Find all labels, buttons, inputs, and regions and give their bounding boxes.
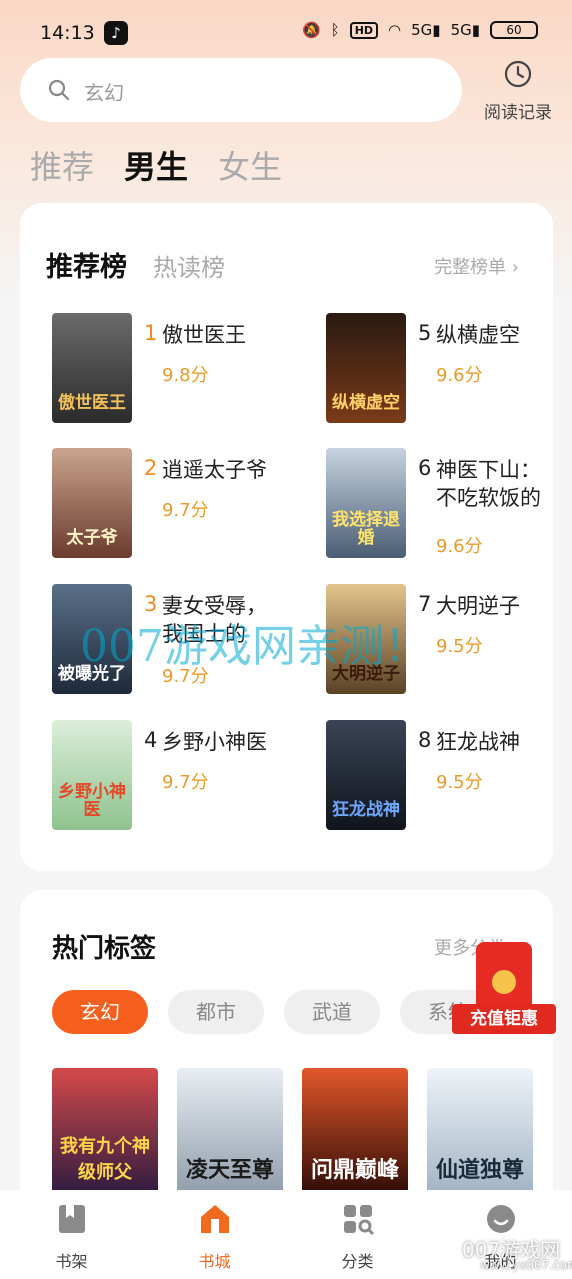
book-title: 乡野小神医 [162,730,267,754]
tab-female[interactable]: 女生 [218,142,282,188]
book-rank: 2 [144,456,158,480]
battery-icon: 60 [490,21,538,39]
book-cover: 纵横虚空 [326,313,406,423]
tab-hot-reading-list[interactable]: 热读榜 [153,248,225,283]
profile-icon [486,1205,515,1233]
book-score: 9.7分 [162,772,209,793]
tag-book-cover[interactable]: 我有九个神级师父 [52,1068,158,1198]
tag-book-cover[interactable]: 问鼎巅峰 [302,1068,408,1198]
category-icon [343,1205,374,1236]
book-cover: 傲世医王 [52,313,132,423]
tab-recommend-list[interactable]: 推荐榜 [46,245,127,284]
recharge-promo-button[interactable]: 充值钜惠 [452,942,556,1042]
promo-label: 充值钜惠 [452,1004,556,1034]
search-icon [48,79,70,101]
nav-category[interactable]: 分类 [286,1190,429,1279]
signal-5g-icon: 5G▮ [450,21,480,39]
full-list-link[interactable]: 完整榜单 › [434,253,519,279]
book-rank: 5 [418,321,432,345]
hot-tags-card: 热门标签 更多分类 › 玄幻 都市 武道 系统 我有九个神级师父 凌天至尊 问鼎… [20,890,553,1220]
status-icons: 🔕 ᛒ HD ◠ 5G▮ 5G▮ 60 [302,21,538,39]
signal-5g-icon: 5G▮ [411,21,441,39]
book-cover: 我选择退婚 [326,448,406,558]
book-rank: 1 [144,321,158,345]
tag-xuanhuan[interactable]: 玄幻 [52,990,148,1034]
tag-dushi[interactable]: 都市 [168,990,264,1034]
bookstore-icon [200,1205,229,1233]
tag-book-cover[interactable]: 凌天至尊 [177,1068,283,1198]
book-rank: 8 [418,728,432,752]
tag-row: 玄幻 都市 武道 系统 [52,990,496,1034]
book-cover: 乡野小神医 [52,720,132,830]
book-item[interactable]: 我选择退婚 6 神医下山：不吃软饭的 9.6分 [326,448,566,560]
tag-book-cover[interactable]: 仙道独尊 [427,1068,533,1198]
corner-watermark-url: www.yx007.com [480,1258,572,1272]
watermark: 007游戏网亲测！ [80,621,428,672]
book-score: 9.7分 [162,500,209,521]
book-cover: 狂龙战神 [326,720,406,830]
book-item[interactable]: 太子爷 2 逍遥太子爷 9.7分 [52,448,292,560]
status-bar: 14:13 ♪ 🔕 ᛒ HD ◠ 5G▮ 5G▮ 60 [0,0,572,62]
book-score: 9.5分 [436,772,483,793]
book-title: 狂龙战神 [436,730,520,754]
book-cover: 太子爷 [52,448,132,558]
book-title: 纵横虚空 [436,323,520,347]
book-title: 神医下山：不吃软饭的 [436,458,541,511]
gender-tabs: 推荐 男生 女生 [30,142,282,188]
book-rank: 4 [144,728,158,752]
nav-bookstore[interactable]: 书城 [143,1190,286,1279]
book-title: 大明逆子 [436,594,520,618]
tiktok-icon: ♪ [104,21,128,45]
book-item[interactable]: 乡野小神医 4 乡野小神医 9.7分 [52,720,292,832]
search-input[interactable]: 玄幻 [20,58,462,122]
ranking-tabs: 推荐榜 热读榜 [46,245,225,284]
book-title: 傲世医王 [162,323,246,347]
clock-icon [504,60,532,88]
book-title: 逍遥太子爷 [162,458,267,482]
reading-history-button[interactable]: 阅读记录 [476,58,560,123]
reading-history-label: 阅读记录 [484,103,552,123]
book-score: 9.5分 [436,636,483,657]
bookshelf-icon [58,1205,85,1233]
hot-tags-title: 热门标签 [52,934,157,964]
tab-recommend[interactable]: 推荐 [30,142,94,188]
book-score: 9.8分 [162,365,209,386]
book-score: 9.6分 [436,536,483,557]
book-rank: 6 [418,456,432,480]
red-envelope-icon [476,942,532,1012]
tag-wudao[interactable]: 武道 [284,990,380,1034]
bluetooth-icon: ᛒ [330,21,340,39]
tab-male[interactable]: 男生 [124,142,188,188]
book-item[interactable]: 纵横虚空 5 纵横虚空 9.6分 [326,313,566,425]
book-item[interactable]: 傲世医王 1 傲世医王 9.8分 [52,313,292,425]
status-time: 14:13 [40,22,95,44]
book-score: 9.6分 [436,365,483,386]
book-item[interactable]: 狂龙战神 8 狂龙战神 9.5分 [326,720,566,832]
search-placeholder: 玄幻 [84,81,124,105]
hd-icon: HD [349,21,379,39]
nav-bookshelf[interactable]: 书架 [0,1190,143,1279]
ranking-card: 推荐榜 热读榜 完整榜单 › 傲世医王 1 傲世医王 9.8分 太子爷 2 逍遥… [20,203,553,871]
wifi-icon: ◠ [388,21,402,39]
mute-icon: 🔕 [301,21,321,39]
